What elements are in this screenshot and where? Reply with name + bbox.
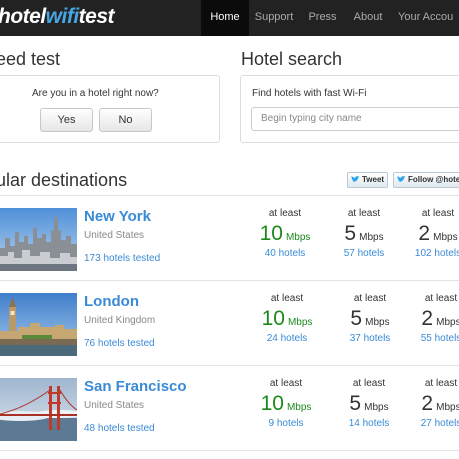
- at-least-label: at least: [352, 378, 386, 389]
- twitter-bird-icon: [351, 176, 360, 182]
- hotels-tested-link[interactable]: 76 hotels tested: [84, 338, 155, 349]
- hotels-count-link[interactable]: 40 hotels: [245, 248, 325, 259]
- hotels-tested-link[interactable]: 173 hotels tested: [84, 253, 160, 264]
- country-name: United States: [84, 400, 145, 411]
- tweet-button[interactable]: Tweet: [347, 172, 389, 188]
- speed-unit: Mbps: [433, 232, 458, 243]
- speed-column-5: at least 5 Mbps 37 hotels: [330, 293, 410, 344]
- speed-number: 2: [421, 307, 434, 330]
- hotel-search-title: Hotel search: [241, 49, 343, 69]
- speed-number: 2: [418, 222, 431, 245]
- speed-test-box: Are you in a hotel right now? Yes No: [0, 75, 220, 143]
- top-navbar: hotelwifitest Home Support Press About Y…: [0, 0, 459, 36]
- follow-label: Follow @hotel: [408, 175, 459, 184]
- nav-press[interactable]: Press: [299, 0, 346, 36]
- speed-column-2: at least 2 Mbps 55 hotels: [401, 293, 459, 344]
- speed-unit: Mbps: [364, 402, 389, 413]
- speed-unit: Mbps: [436, 402, 459, 413]
- speed-number: 5: [344, 222, 357, 245]
- logo-text-test: test: [78, 5, 115, 28]
- tweet-label: Tweet: [362, 175, 385, 184]
- speed-value: 2 Mbps: [401, 307, 459, 333]
- site-logo[interactable]: hotelwifitest: [0, 5, 115, 29]
- nav-home[interactable]: Home: [201, 0, 249, 36]
- at-least-label: at least: [424, 293, 458, 304]
- destination-row-new-york: New York United States 173 hotels tested…: [0, 196, 459, 280]
- destination-row-san-francisco: San Francisco United States 48 hotels te…: [0, 366, 459, 450]
- hotels-count-link[interactable]: 55 hotels: [401, 333, 459, 344]
- hotel-question: Are you in a hotel right now?: [32, 88, 159, 99]
- hotels-count-link[interactable]: 57 hotels: [324, 248, 404, 259]
- speed-column-2: at least 2 Mbps 102 hotels: [398, 208, 459, 259]
- speed-value: 5 Mbps: [324, 222, 404, 248]
- hotels-count-link[interactable]: 27 hotels: [401, 418, 459, 429]
- speed-number: 10: [260, 392, 284, 415]
- logo-text-hotel: hotel: [0, 5, 46, 28]
- speed-number: 2: [421, 392, 434, 415]
- at-least-label: at least: [347, 208, 381, 219]
- speed-number: 5: [350, 307, 363, 330]
- speed-column-2: at least 2 Mbps 27 hotels: [401, 378, 459, 429]
- hotels-count-link[interactable]: 102 hotels: [398, 248, 459, 259]
- speed-column-5: at least 5 Mbps 57 hotels: [324, 208, 404, 259]
- speed-column-5: at least 5 Mbps 14 hotels: [329, 378, 409, 429]
- at-least-label: at least: [269, 378, 303, 389]
- speed-value: 2 Mbps: [401, 392, 459, 418]
- at-least-label: at least: [424, 378, 458, 389]
- speed-value: 5 Mbps: [330, 307, 410, 333]
- speed-unit: Mbps: [287, 317, 313, 328]
- nav-your-account[interactable]: Your Accou: [390, 0, 459, 36]
- hotels-tested-link[interactable]: 48 hotels tested: [84, 423, 155, 434]
- hotel-search-box: Find hotels with fast Wi-Fi Begin typing…: [240, 75, 459, 143]
- city-name[interactable]: San Francisco: [84, 378, 187, 395]
- speed-test-title: eed test: [0, 49, 61, 69]
- divider: [0, 450, 459, 451]
- twitter-bird-icon: [397, 176, 406, 182]
- speed-unit: Mbps: [359, 232, 384, 243]
- country-name: United States: [84, 230, 145, 241]
- speed-value: 10 Mbps: [246, 392, 326, 418]
- city-name[interactable]: London: [84, 293, 139, 310]
- london-photo[interactable]: [0, 293, 77, 356]
- speed-number: 10: [259, 222, 283, 245]
- speed-unit: Mbps: [365, 317, 390, 328]
- popular-destinations-title: ular destinations: [0, 170, 128, 190]
- speed-number: 5: [349, 392, 362, 415]
- hotel-search-label: Find hotels with fast Wi-Fi: [252, 88, 367, 99]
- at-least-label: at least: [270, 293, 304, 304]
- city-name[interactable]: New York: [84, 208, 151, 225]
- city-search-input[interactable]: Begin typing city name: [251, 107, 459, 131]
- san-francisco-photo[interactable]: [0, 378, 77, 441]
- speed-value: 2 Mbps: [398, 222, 459, 248]
- at-least-label: at least: [421, 208, 455, 219]
- new-york-photo[interactable]: [0, 208, 77, 271]
- hotels-count-link[interactable]: 14 hotels: [329, 418, 409, 429]
- speed-unit: Mbps: [286, 402, 312, 413]
- speed-column-10: at least 10 Mbps 40 hotels: [245, 208, 325, 259]
- speed-column-10: at least 10 Mbps 24 hotels: [247, 293, 327, 344]
- nav-support[interactable]: Support: [249, 0, 299, 36]
- no-button[interactable]: No: [99, 108, 152, 132]
- follow-button[interactable]: Follow @hotel: [393, 172, 459, 188]
- main-nav: Home Support Press About Your Accou: [201, 0, 459, 36]
- nav-about[interactable]: About: [346, 0, 390, 36]
- speed-column-10: at least 10 Mbps 9 hotels: [246, 378, 326, 429]
- speed-value: 10 Mbps: [247, 307, 327, 333]
- destination-row-london: London United Kingdom 76 hotels tested a…: [0, 281, 459, 365]
- city-search-placeholder: Begin typing city name: [261, 113, 362, 124]
- at-least-label: at least: [268, 208, 302, 219]
- speed-number: 10: [261, 307, 285, 330]
- speed-unit: Mbps: [285, 232, 311, 243]
- speed-value: 5 Mbps: [329, 392, 409, 418]
- at-least-label: at least: [353, 293, 387, 304]
- speed-value: 10 Mbps: [245, 222, 325, 248]
- hotels-count-link[interactable]: 37 hotels: [330, 333, 410, 344]
- yes-button[interactable]: Yes: [40, 108, 93, 132]
- hotels-count-link[interactable]: 24 hotels: [247, 333, 327, 344]
- hotels-count-link[interactable]: 9 hotels: [246, 418, 326, 429]
- country-name: United Kingdom: [84, 315, 156, 326]
- logo-text-wifi: wifi: [45, 5, 80, 28]
- speed-unit: Mbps: [436, 317, 459, 328]
